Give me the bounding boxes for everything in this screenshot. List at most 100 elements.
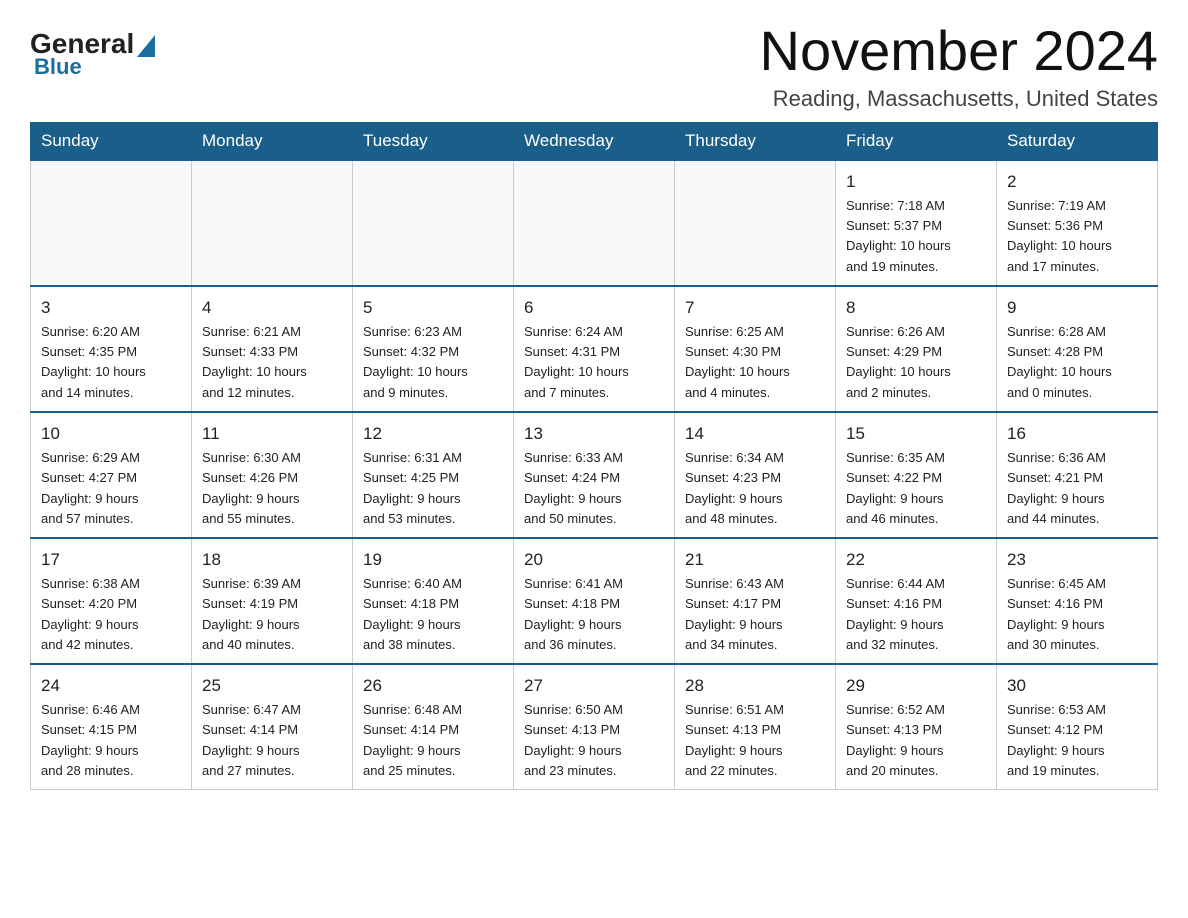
week-row-3: 10Sunrise: 6:29 AM Sunset: 4:27 PM Dayli… bbox=[31, 412, 1158, 538]
calendar-cell-4-7: 23Sunrise: 6:45 AM Sunset: 4:16 PM Dayli… bbox=[997, 538, 1158, 664]
calendar-cell-5-2: 25Sunrise: 6:47 AM Sunset: 4:14 PM Dayli… bbox=[192, 664, 353, 790]
logo: General Blue bbox=[30, 30, 155, 80]
day-info: Sunrise: 6:52 AM Sunset: 4:13 PM Dayligh… bbox=[846, 700, 986, 781]
day-number: 5 bbox=[363, 295, 503, 321]
day-info: Sunrise: 6:35 AM Sunset: 4:22 PM Dayligh… bbox=[846, 448, 986, 529]
day-number: 10 bbox=[41, 421, 181, 447]
day-number: 28 bbox=[685, 673, 825, 699]
calendar-cell-5-7: 30Sunrise: 6:53 AM Sunset: 4:12 PM Dayli… bbox=[997, 664, 1158, 790]
calendar-cell-1-2 bbox=[192, 160, 353, 286]
location-title: Reading, Massachusetts, United States bbox=[760, 86, 1158, 112]
calendar-cell-4-2: 18Sunrise: 6:39 AM Sunset: 4:19 PM Dayli… bbox=[192, 538, 353, 664]
day-number: 26 bbox=[363, 673, 503, 699]
calendar-cell-5-3: 26Sunrise: 6:48 AM Sunset: 4:14 PM Dayli… bbox=[353, 664, 514, 790]
header-wednesday: Wednesday bbox=[514, 122, 675, 160]
day-info: Sunrise: 6:29 AM Sunset: 4:27 PM Dayligh… bbox=[41, 448, 181, 529]
calendar-cell-3-2: 11Sunrise: 6:30 AM Sunset: 4:26 PM Dayli… bbox=[192, 412, 353, 538]
weekday-header-row: Sunday Monday Tuesday Wednesday Thursday… bbox=[31, 122, 1158, 160]
page-header: General Blue November 2024 Reading, Mass… bbox=[30, 20, 1158, 112]
day-number: 20 bbox=[524, 547, 664, 573]
calendar-cell-5-4: 27Sunrise: 6:50 AM Sunset: 4:13 PM Dayli… bbox=[514, 664, 675, 790]
calendar-cell-2-3: 5Sunrise: 6:23 AM Sunset: 4:32 PM Daylig… bbox=[353, 286, 514, 412]
calendar-cell-4-3: 19Sunrise: 6:40 AM Sunset: 4:18 PM Dayli… bbox=[353, 538, 514, 664]
day-info: Sunrise: 6:50 AM Sunset: 4:13 PM Dayligh… bbox=[524, 700, 664, 781]
logo-blue: Blue bbox=[30, 54, 82, 80]
calendar-cell-3-4: 13Sunrise: 6:33 AM Sunset: 4:24 PM Dayli… bbox=[514, 412, 675, 538]
day-info: Sunrise: 6:25 AM Sunset: 4:30 PM Dayligh… bbox=[685, 322, 825, 403]
calendar-cell-3-6: 15Sunrise: 6:35 AM Sunset: 4:22 PM Dayli… bbox=[836, 412, 997, 538]
header-friday: Friday bbox=[836, 122, 997, 160]
day-number: 21 bbox=[685, 547, 825, 573]
calendar-cell-5-5: 28Sunrise: 6:51 AM Sunset: 4:13 PM Dayli… bbox=[675, 664, 836, 790]
day-number: 23 bbox=[1007, 547, 1147, 573]
day-info: Sunrise: 6:39 AM Sunset: 4:19 PM Dayligh… bbox=[202, 574, 342, 655]
calendar-cell-2-6: 8Sunrise: 6:26 AM Sunset: 4:29 PM Daylig… bbox=[836, 286, 997, 412]
day-info: Sunrise: 6:30 AM Sunset: 4:26 PM Dayligh… bbox=[202, 448, 342, 529]
calendar-cell-5-6: 29Sunrise: 6:52 AM Sunset: 4:13 PM Dayli… bbox=[836, 664, 997, 790]
day-number: 12 bbox=[363, 421, 503, 447]
calendar-cell-2-7: 9Sunrise: 6:28 AM Sunset: 4:28 PM Daylig… bbox=[997, 286, 1158, 412]
day-info: Sunrise: 6:21 AM Sunset: 4:33 PM Dayligh… bbox=[202, 322, 342, 403]
day-info: Sunrise: 6:51 AM Sunset: 4:13 PM Dayligh… bbox=[685, 700, 825, 781]
day-number: 9 bbox=[1007, 295, 1147, 321]
day-info: Sunrise: 7:19 AM Sunset: 5:36 PM Dayligh… bbox=[1007, 196, 1147, 277]
day-info: Sunrise: 6:41 AM Sunset: 4:18 PM Dayligh… bbox=[524, 574, 664, 655]
day-number: 11 bbox=[202, 421, 342, 447]
calendar-cell-2-2: 4Sunrise: 6:21 AM Sunset: 4:33 PM Daylig… bbox=[192, 286, 353, 412]
header-tuesday: Tuesday bbox=[353, 122, 514, 160]
title-area: November 2024 Reading, Massachusetts, Un… bbox=[760, 20, 1158, 112]
day-number: 4 bbox=[202, 295, 342, 321]
day-info: Sunrise: 6:44 AM Sunset: 4:16 PM Dayligh… bbox=[846, 574, 986, 655]
calendar-cell-1-3 bbox=[353, 160, 514, 286]
calendar-cell-1-1 bbox=[31, 160, 192, 286]
day-number: 6 bbox=[524, 295, 664, 321]
day-info: Sunrise: 6:47 AM Sunset: 4:14 PM Dayligh… bbox=[202, 700, 342, 781]
day-number: 22 bbox=[846, 547, 986, 573]
month-year-title: November 2024 bbox=[760, 20, 1158, 82]
day-info: Sunrise: 6:36 AM Sunset: 4:21 PM Dayligh… bbox=[1007, 448, 1147, 529]
day-number: 13 bbox=[524, 421, 664, 447]
header-thursday: Thursday bbox=[675, 122, 836, 160]
day-info: Sunrise: 6:40 AM Sunset: 4:18 PM Dayligh… bbox=[363, 574, 503, 655]
calendar-cell-3-1: 10Sunrise: 6:29 AM Sunset: 4:27 PM Dayli… bbox=[31, 412, 192, 538]
day-number: 19 bbox=[363, 547, 503, 573]
day-info: Sunrise: 6:43 AM Sunset: 4:17 PM Dayligh… bbox=[685, 574, 825, 655]
day-number: 16 bbox=[1007, 421, 1147, 447]
day-number: 17 bbox=[41, 547, 181, 573]
day-number: 30 bbox=[1007, 673, 1147, 699]
day-info: Sunrise: 6:26 AM Sunset: 4:29 PM Dayligh… bbox=[846, 322, 986, 403]
day-info: Sunrise: 6:28 AM Sunset: 4:28 PM Dayligh… bbox=[1007, 322, 1147, 403]
day-number: 25 bbox=[202, 673, 342, 699]
calendar-table: Sunday Monday Tuesday Wednesday Thursday… bbox=[30, 122, 1158, 790]
day-number: 15 bbox=[846, 421, 986, 447]
calendar-cell-3-3: 12Sunrise: 6:31 AM Sunset: 4:25 PM Dayli… bbox=[353, 412, 514, 538]
calendar-cell-1-6: 1Sunrise: 7:18 AM Sunset: 5:37 PM Daylig… bbox=[836, 160, 997, 286]
week-row-5: 24Sunrise: 6:46 AM Sunset: 4:15 PM Dayli… bbox=[31, 664, 1158, 790]
week-row-1: 1Sunrise: 7:18 AM Sunset: 5:37 PM Daylig… bbox=[31, 160, 1158, 286]
week-row-2: 3Sunrise: 6:20 AM Sunset: 4:35 PM Daylig… bbox=[31, 286, 1158, 412]
day-number: 18 bbox=[202, 547, 342, 573]
day-number: 14 bbox=[685, 421, 825, 447]
calendar-cell-2-5: 7Sunrise: 6:25 AM Sunset: 4:30 PM Daylig… bbox=[675, 286, 836, 412]
day-number: 3 bbox=[41, 295, 181, 321]
day-info: Sunrise: 6:48 AM Sunset: 4:14 PM Dayligh… bbox=[363, 700, 503, 781]
day-info: Sunrise: 6:33 AM Sunset: 4:24 PM Dayligh… bbox=[524, 448, 664, 529]
calendar-cell-3-7: 16Sunrise: 6:36 AM Sunset: 4:21 PM Dayli… bbox=[997, 412, 1158, 538]
calendar-cell-4-5: 21Sunrise: 6:43 AM Sunset: 4:17 PM Dayli… bbox=[675, 538, 836, 664]
day-info: Sunrise: 6:34 AM Sunset: 4:23 PM Dayligh… bbox=[685, 448, 825, 529]
day-number: 2 bbox=[1007, 169, 1147, 195]
header-monday: Monday bbox=[192, 122, 353, 160]
calendar-cell-1-5 bbox=[675, 160, 836, 286]
day-number: 27 bbox=[524, 673, 664, 699]
calendar-cell-1-7: 2Sunrise: 7:19 AM Sunset: 5:36 PM Daylig… bbox=[997, 160, 1158, 286]
calendar-cell-5-1: 24Sunrise: 6:46 AM Sunset: 4:15 PM Dayli… bbox=[31, 664, 192, 790]
calendar-cell-3-5: 14Sunrise: 6:34 AM Sunset: 4:23 PM Dayli… bbox=[675, 412, 836, 538]
header-sunday: Sunday bbox=[31, 122, 192, 160]
day-info: Sunrise: 7:18 AM Sunset: 5:37 PM Dayligh… bbox=[846, 196, 986, 277]
day-info: Sunrise: 6:23 AM Sunset: 4:32 PM Dayligh… bbox=[363, 322, 503, 403]
day-number: 1 bbox=[846, 169, 986, 195]
calendar-cell-2-1: 3Sunrise: 6:20 AM Sunset: 4:35 PM Daylig… bbox=[31, 286, 192, 412]
day-number: 7 bbox=[685, 295, 825, 321]
calendar-cell-4-4: 20Sunrise: 6:41 AM Sunset: 4:18 PM Dayli… bbox=[514, 538, 675, 664]
calendar-cell-2-4: 6Sunrise: 6:24 AM Sunset: 4:31 PM Daylig… bbox=[514, 286, 675, 412]
